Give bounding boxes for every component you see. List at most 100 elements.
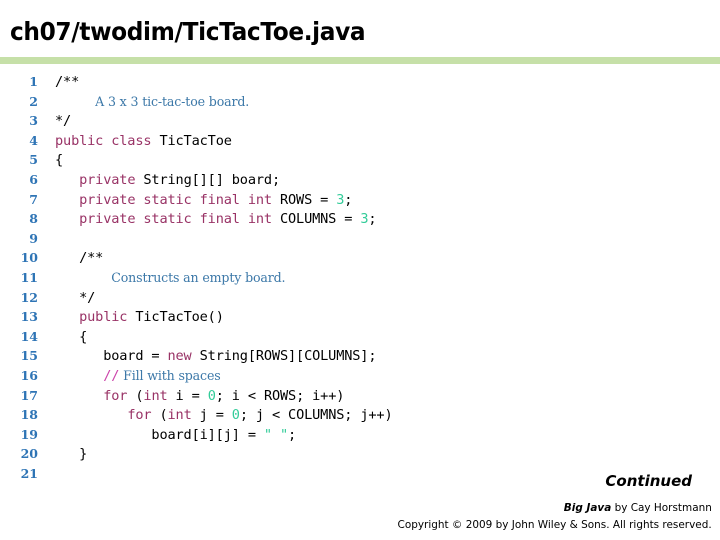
code-token-plain: { <box>55 328 88 345</box>
code-token-kw: for <box>127 407 152 424</box>
code-line: 15 board = new String[ROWS][COLUMNS]; <box>0 346 720 366</box>
code-token-plain: String[ROWS][COLUMNS]; <box>191 348 377 365</box>
title-divider-rule <box>0 57 720 64</box>
code-token-plain: ( <box>151 407 168 424</box>
code-token-cmt: Fill with spaces <box>119 367 221 383</box>
code-line-number: 19 <box>20 426 38 442</box>
code-line-number: 16 <box>20 367 38 383</box>
code-line-text: // Fill with spaces <box>55 366 221 387</box>
code-token-plain: i = <box>167 387 208 404</box>
code-token-kw: for <box>103 387 128 404</box>
code-token-plain: TicTacToe <box>151 132 232 149</box>
code-line: 10 /** <box>0 248 720 268</box>
code-token-plain: j = <box>191 407 232 424</box>
book-author: by Cay Horstmann <box>611 501 712 514</box>
code-token-plain: String[][] board; <box>135 171 280 188</box>
code-token-plain: ; <box>288 426 297 443</box>
code-line-number: 5 <box>29 152 38 168</box>
code-line: 17 for (int i = 0; i < ROWS; i++) <box>0 386 720 406</box>
code-line: 20 } <box>0 444 720 464</box>
code-line-text: private static final int ROWS = 3; <box>55 191 352 211</box>
code-line-text: for (int j = 0; j < COLUMNS; j++) <box>55 406 392 426</box>
code-line-text: /** <box>55 249 103 269</box>
code-token-plain: */ <box>55 289 96 306</box>
code-line: 4 public class TicTacToe <box>0 131 720 151</box>
code-line-text: public TicTacToe() <box>55 308 224 328</box>
code-line: 2 A 3 x 3 tic-tac-toe board. <box>0 92 720 112</box>
code-line: 16 // Fill with spaces <box>0 366 720 386</box>
copyright-notice: Copyright © 2009 by John Wiley & Sons. A… <box>397 518 712 531</box>
code-token-kw: private static final int <box>79 191 272 208</box>
code-line-number: 18 <box>20 407 38 423</box>
code-line-text: A 3 x 3 tic-tac-toe board. <box>55 92 249 113</box>
code-line: 5{ <box>0 150 720 170</box>
book-credit: Big Java by Cay Horstmann <box>564 501 712 514</box>
code-line-text: /** <box>55 73 79 93</box>
code-line-number: 11 <box>20 269 38 285</box>
code-line-number: 12 <box>20 289 38 305</box>
code-token-cmtmark: // <box>103 367 120 384</box>
code-line-text: */ <box>55 112 71 132</box>
code-line-number: 14 <box>20 328 38 344</box>
code-token-plain: */ <box>55 113 72 130</box>
code-line: 14 { <box>0 327 720 347</box>
code-line-text: board = new String[ROWS][COLUMNS]; <box>55 347 376 367</box>
code-line-text: private static final int COLUMNS = 3; <box>55 210 376 230</box>
code-line: 18 for (int j = 0; j < COLUMNS; j++) <box>0 405 720 425</box>
code-line: 8 private static final int COLUMNS = 3; <box>0 209 720 229</box>
code-listing: 1/** 2 A 3 x 3 tic-tac-toe board. 3 */4 publ… <box>0 72 720 483</box>
code-token-cmt: Constructs an empty board. <box>111 269 286 285</box>
code-line-text: for (int i = 0; i < ROWS; i++) <box>55 387 344 407</box>
code-line: 7 private static final int ROWS = 3; <box>0 190 720 210</box>
code-line: 9 <box>0 229 720 249</box>
code-token-lit: 0 <box>231 407 240 424</box>
code-line-number: 9 <box>29 230 38 246</box>
code-token-plain: COLUMNS = <box>271 211 361 228</box>
code-line: 3 */ <box>0 111 720 131</box>
code-line-number: 3 <box>29 113 38 129</box>
code-token-plain: /** <box>55 74 80 90</box>
code-token-kw: private <box>79 171 136 188</box>
code-token-kw: public class <box>55 132 152 149</box>
code-token-plain: } <box>55 446 88 463</box>
code-line-number: 6 <box>29 171 38 187</box>
code-token-cmt: A 3 x 3 tic-tac-toe board. <box>95 93 250 109</box>
code-token-lit: " " <box>263 426 288 443</box>
code-line-number: 8 <box>29 211 38 227</box>
code-line-number: 1 <box>29 74 38 89</box>
code-token-plain: ; j < COLUMNS; j++) <box>239 407 393 424</box>
code-line: 19 board[i][j] = " "; <box>0 425 720 445</box>
code-token-plain: ( <box>127 387 144 404</box>
code-line-text: public class TicTacToe <box>55 132 232 152</box>
code-token-plain: TicTacToe() <box>127 309 224 326</box>
code-line-number: 20 <box>20 446 38 462</box>
code-line-number: 17 <box>20 387 38 403</box>
code-token-plain: ; i < ROWS; i++) <box>215 387 345 404</box>
code-line-number: 4 <box>29 132 38 148</box>
code-line-text: { <box>55 151 63 171</box>
code-token-plain: board[i][j] = <box>55 426 264 443</box>
code-token-plain: ; <box>344 191 353 208</box>
code-token-lit: 0 <box>207 387 216 404</box>
code-line: 12 */ <box>0 288 720 308</box>
code-line-number: 2 <box>29 93 38 109</box>
page-title: ch07/twodim/TicTacToe.java <box>10 17 366 46</box>
code-line-text: */ <box>55 289 95 309</box>
code-line-number: 13 <box>20 309 38 325</box>
code-token-kw: int <box>167 407 192 424</box>
code-line: 13 public TicTacToe() <box>0 307 720 327</box>
code-token-kw: new <box>167 348 192 365</box>
code-token-plain: /** <box>55 250 104 267</box>
code-line-text: } <box>55 445 87 465</box>
code-token-plain: board = <box>55 348 168 365</box>
code-line: 11 Constructs an empty board. <box>0 268 720 288</box>
code-token-kw: public <box>79 309 128 326</box>
code-line: 6 private String[][] board; <box>0 170 720 190</box>
